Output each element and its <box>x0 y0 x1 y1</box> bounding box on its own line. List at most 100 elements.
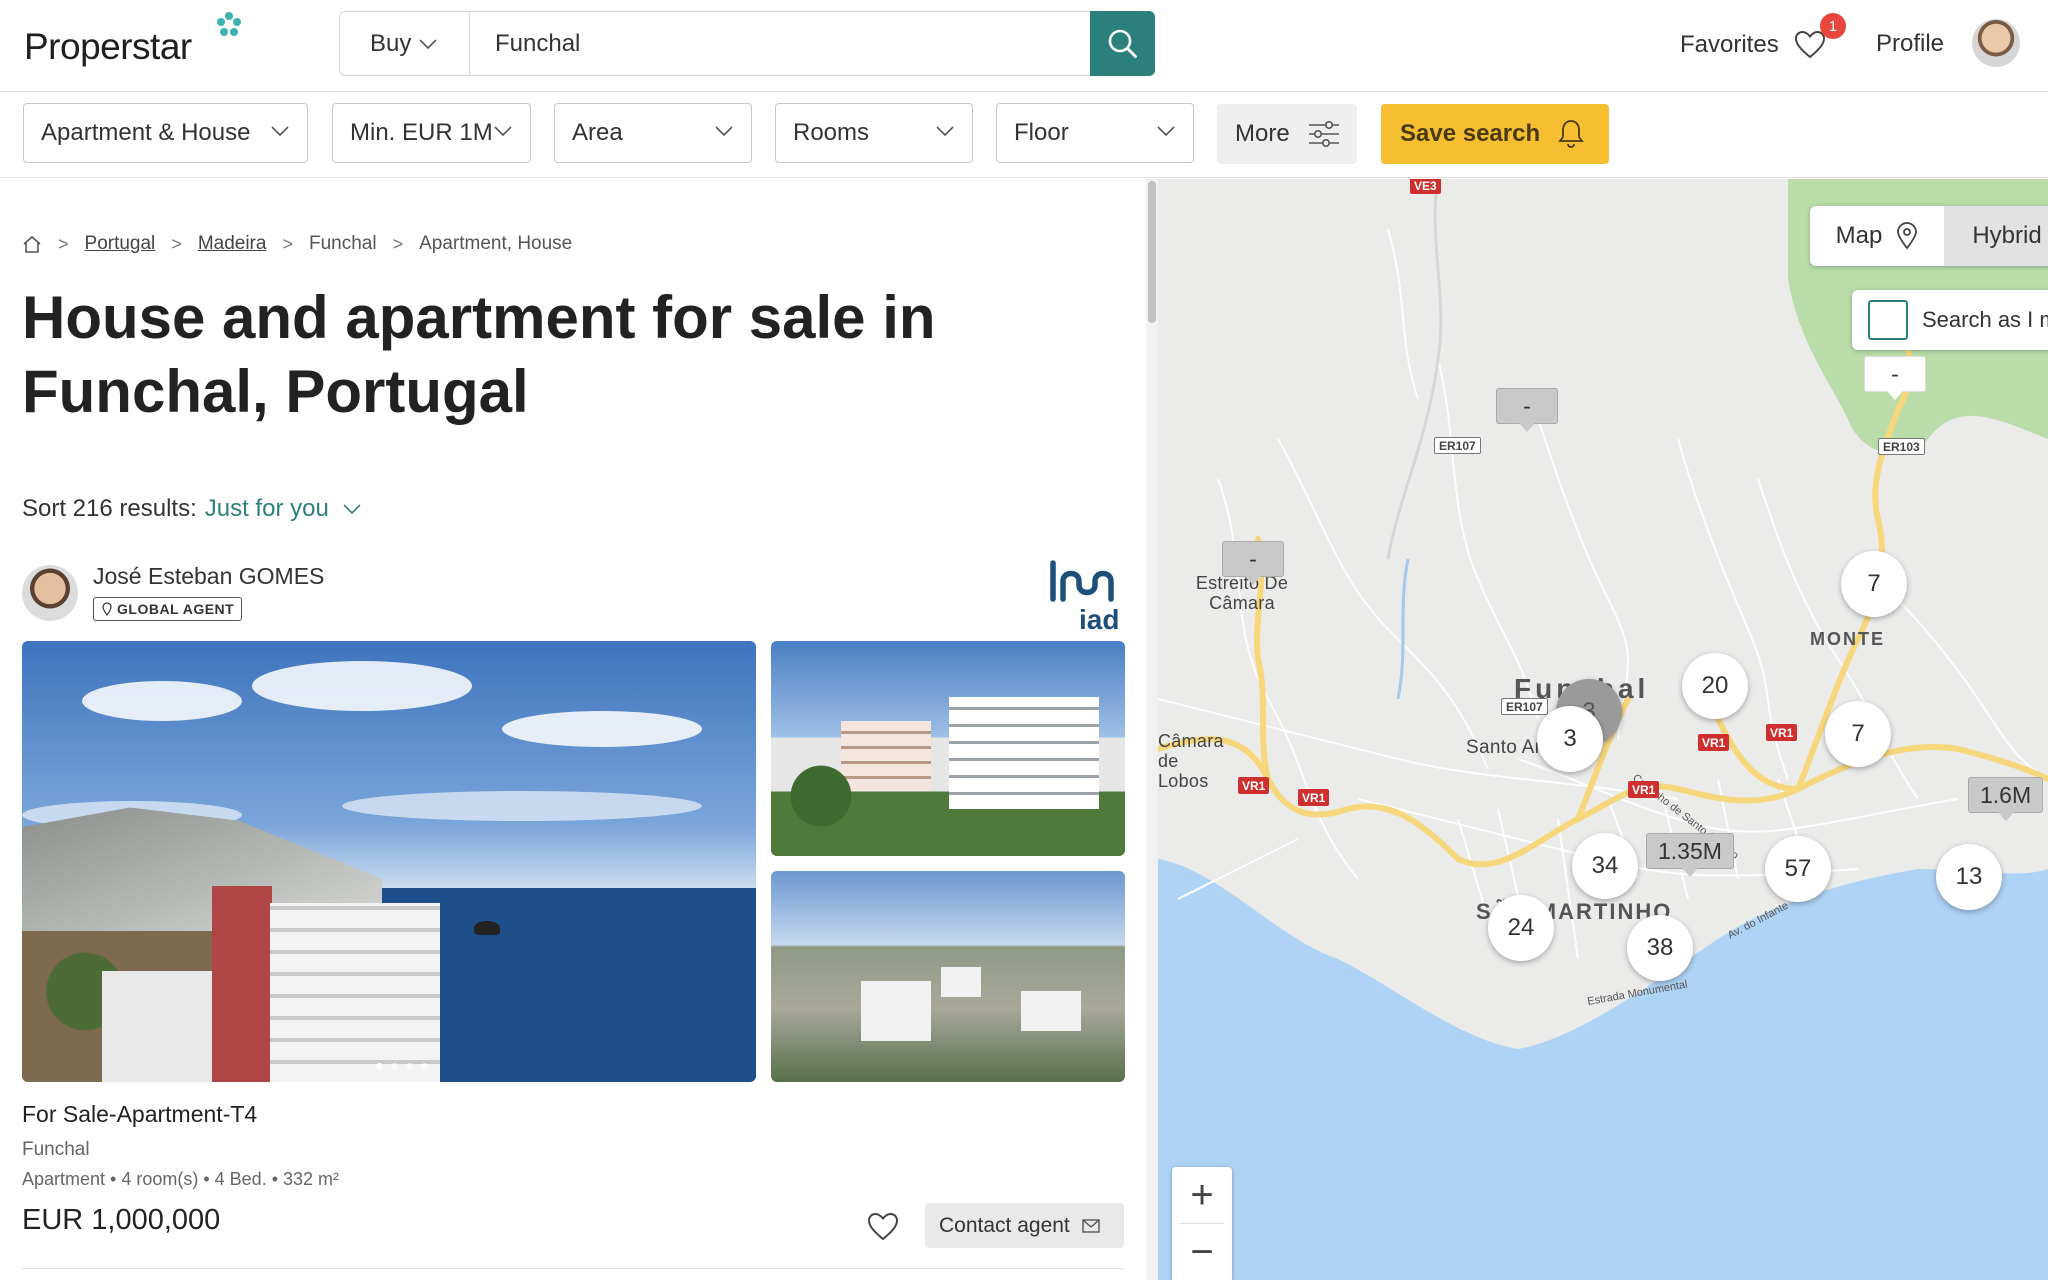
map-cluster[interactable]: 13 <box>1936 844 2002 910</box>
results-panel: > Portugal > Madeira > Funchal > Apartme… <box>0 179 1146 1280</box>
photo-carousel-dots[interactable] <box>376 1063 428 1070</box>
heart-icon[interactable] <box>866 1210 900 1242</box>
zoom-in-button[interactable]: + <box>1172 1167 1232 1223</box>
road-tag: VR1 <box>1698 734 1730 751</box>
map-cluster[interactable]: 3 <box>1537 706 1603 772</box>
chevron-down-icon <box>1157 126 1175 136</box>
scrollbar-thumb[interactable] <box>1148 181 1156 323</box>
breadcrumb-portugal[interactable]: Portugal <box>85 233 156 255</box>
profile-link[interactable]: Profile <box>1876 30 1944 58</box>
map-cluster[interactable]: 20 <box>1682 653 1748 719</box>
map-mode-button[interactable]: Map <box>1810 206 1944 266</box>
home-icon[interactable] <box>22 234 42 254</box>
sort-label: Sort 216 results: <box>22 495 197 522</box>
sort-control[interactable]: Sort 216 results: Just for you <box>22 495 361 523</box>
listing-photo-3[interactable] <box>771 871 1125 1082</box>
map-cluster[interactable]: 24 <box>1488 895 1554 961</box>
price-filter-label: Min. EUR 1M <box>350 119 493 146</box>
transaction-select-label: Buy <box>370 29 412 57</box>
favorites-link[interactable]: Favorites <box>1680 28 1827 62</box>
location-pin-icon <box>102 602 112 616</box>
listing-main-photo[interactable] <box>22 641 756 1082</box>
chevron-down-icon <box>494 126 512 136</box>
results-scrollbar[interactable] <box>1146 179 1158 1280</box>
area-filter[interactable]: Area <box>554 103 752 163</box>
map-mode-label: Map <box>1835 222 1883 249</box>
page-title: House and apartment for sale in Funchal,… <box>22 284 936 425</box>
search-icon <box>1108 29 1137 58</box>
place-label-camara-lobos: Câmara de Lobos <box>1158 731 1224 791</box>
listing-divider <box>22 1268 1124 1269</box>
sort-value[interactable]: Just for you <box>205 495 329 523</box>
breadcrumb: > Portugal > Madeira > Funchal > Apartme… <box>22 233 572 255</box>
map-cluster[interactable]: 7 <box>1825 701 1891 767</box>
chevron-down-icon <box>419 38 437 49</box>
road-tag: VE3 <box>1410 179 1441 194</box>
place-label-estreito: Estreito De Câmara <box>1195 573 1289 613</box>
search-bar: Buy <box>339 11 1155 76</box>
envelope-icon <box>1082 1218 1100 1233</box>
chevron-right-icon: > <box>58 233 69 254</box>
map-cluster[interactable]: 57 <box>1765 836 1831 902</box>
map-panel[interactable]: Caminho de Santo António Av. do Infante … <box>1158 179 2048 1280</box>
more-filters-button[interactable]: More <box>1217 104 1357 164</box>
floor-filter-label: Floor <box>1014 119 1069 146</box>
map-price-pin[interactable]: - <box>1496 388 1558 432</box>
more-filters-label: More <box>1235 120 1290 147</box>
listing-title[interactable]: For Sale-Apartment-T4 <box>22 1101 257 1128</box>
road-tag: VR1 <box>1766 724 1798 741</box>
agent-avatar[interactable] <box>22 565 78 621</box>
chevron-down-icon <box>343 504 361 514</box>
area-filter-label: Area <box>572 119 623 146</box>
contact-agent-label: Contact agent <box>939 1213 1070 1237</box>
user-avatar[interactable] <box>1972 19 2020 67</box>
search-as-move-checkbox[interactable] <box>1868 300 1908 340</box>
search-button[interactable] <box>1090 11 1155 76</box>
global-agent-label: GLOBAL AGENT <box>117 601 235 617</box>
listing-location: Funchal <box>22 1139 90 1160</box>
filter-bar: Apartment & House Min. EUR 1M Area Rooms… <box>0 92 2048 178</box>
map-type-toggle: Map Hybrid <box>1810 206 2048 266</box>
agent-name[interactable]: José Esteban GOMES <box>93 563 324 590</box>
zoom-controls: + − <box>1172 1167 1232 1280</box>
hybrid-mode-button[interactable]: Hybrid <box>1944 206 2048 266</box>
map-cluster[interactable]: 7 <box>1841 551 1907 617</box>
iad-logo-text: iad <box>1079 604 1119 633</box>
map-cluster[interactable]: 38 <box>1627 915 1693 981</box>
map-price-pin[interactable]: 1.6M <box>1968 777 2044 821</box>
map-price-pin[interactable]: - <box>1222 541 1284 585</box>
properstar-logo[interactable]: Properstar <box>24 26 192 68</box>
iad-agency-logo[interactable]: iad <box>1045 555 1125 633</box>
breadcrumb-madeira[interactable]: Madeira <box>198 233 267 255</box>
bell-icon <box>1558 120 1584 148</box>
save-search-button[interactable]: Save search <box>1381 104 1609 164</box>
transaction-select[interactable]: Buy <box>340 12 470 75</box>
property-type-filter[interactable]: Apartment & House <box>23 103 308 163</box>
breadcrumb-funchal: Funchal <box>308 233 377 254</box>
road-tag: VR1 <box>1238 777 1270 794</box>
zoom-out-button[interactable]: − <box>1172 1224 1232 1280</box>
chevron-down-icon <box>936 126 954 136</box>
listing-photo-2[interactable] <box>771 641 1125 856</box>
property-type-filter-label: Apartment & House <box>41 119 251 146</box>
global-agent-tag: GLOBAL AGENT <box>93 597 243 621</box>
location-search-input[interactable] <box>471 12 1071 75</box>
chevron-right-icon: > <box>171 233 182 254</box>
search-as-move-toggle[interactable]: Search as I move the map <box>1852 290 2048 350</box>
rooms-filter[interactable]: Rooms <box>775 103 973 163</box>
listing-details: Apartment • 4 room(s) • 4 Bed. • 332 m² <box>22 1169 340 1189</box>
map-price-pin[interactable]: - <box>1864 356 1926 400</box>
chevron-right-icon: > <box>392 233 404 254</box>
map-cluster[interactable]: 34 <box>1572 833 1638 899</box>
road-tag: ER103 <box>1878 438 1925 455</box>
sliders-icon <box>1308 120 1339 147</box>
chevron-down-icon <box>715 126 733 136</box>
price-filter[interactable]: Min. EUR 1M <box>332 103 531 163</box>
chevron-right-icon: > <box>282 233 293 254</box>
map-price-pin[interactable]: 1.35M <box>1646 833 1734 877</box>
road-tag: VR1 <box>1628 781 1660 798</box>
contact-agent-button[interactable]: Contact agent <box>925 1203 1124 1248</box>
favorites-count-badge: 1 <box>1820 13 1846 39</box>
floor-filter[interactable]: Floor <box>996 103 1194 163</box>
location-pin-icon <box>1897 222 1918 250</box>
